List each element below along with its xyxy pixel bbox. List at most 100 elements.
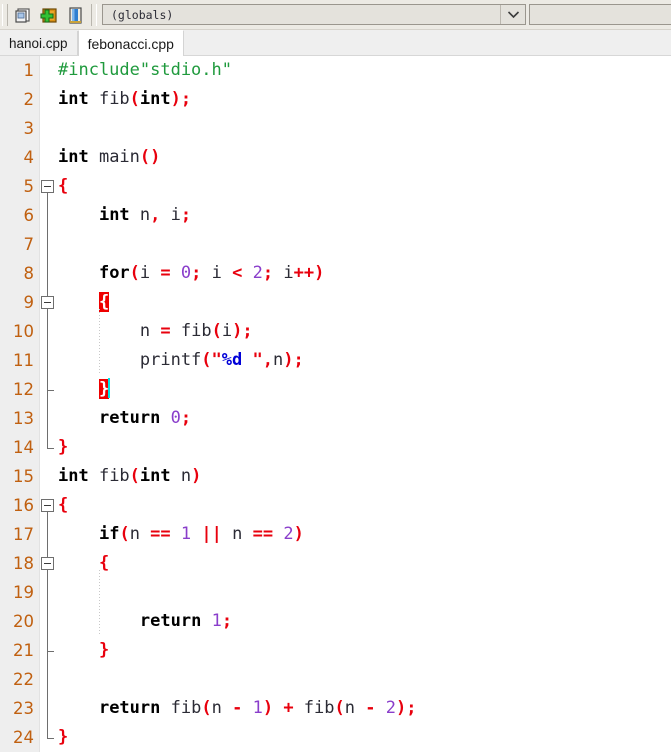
code-token: i — [160, 205, 181, 225]
line-text: } — [58, 375, 111, 404]
code-line[interactable]: 9 { — [0, 288, 671, 317]
code-line[interactable]: 10 n = fib(i); — [0, 317, 671, 346]
code-line[interactable]: 4 int main() — [0, 143, 671, 172]
fold-toggle-icon[interactable] — [41, 499, 54, 512]
code-line[interactable]: 11 printf("%d ",n); — [0, 346, 671, 375]
line-number: 21 — [13, 641, 34, 660]
code-token: 1 — [252, 698, 263, 718]
line-text: return fib(n - 1) + fib(n - 2); — [58, 694, 417, 723]
code-token: ; — [242, 321, 253, 341]
line-number: 8 — [23, 264, 35, 283]
code-token: int — [139, 466, 171, 486]
fold-toggle-icon[interactable] — [41, 296, 54, 309]
code-line[interactable]: 23 return fib(n - 1) + fib(n - 2); — [0, 694, 671, 723]
code-token: ; — [180, 205, 192, 225]
chevron-down-icon[interactable] — [500, 5, 525, 24]
line-number: 22 — [13, 670, 34, 689]
code-token: ( — [201, 350, 212, 370]
line-number: 15 — [13, 467, 34, 486]
code-line[interactable]: 16 { — [0, 491, 671, 520]
new-window-button[interactable] — [10, 2, 36, 28]
open-file-button[interactable] — [62, 2, 88, 28]
code-line[interactable]: 5{ — [0, 172, 671, 201]
toolbar-gripper[interactable] — [2, 3, 8, 26]
code-line[interactable]: 7 — [0, 230, 671, 259]
code-line[interactable]: 2 int fib(int); — [0, 85, 671, 114]
code-line[interactable]: 13 return 0; — [0, 404, 671, 433]
code-token: < — [232, 263, 243, 283]
code-line[interactable]: 19 — [0, 578, 671, 607]
line-text: { — [58, 491, 68, 520]
code-editor[interactable]: 1 #include"stdio.h" 2 int fib(int); 3 4 int ma… — [0, 56, 671, 752]
code-token: , — [262, 350, 274, 370]
code-token: ; — [221, 611, 233, 631]
code-line[interactable]: 15 int fib(int n) — [0, 462, 671, 491]
code-content[interactable]: 1 #include"stdio.h" 2 int fib(int); 3 4 int ma… — [0, 56, 671, 752]
add-to-project-icon — [40, 7, 57, 23]
fold-toggle-icon[interactable] — [41, 557, 54, 570]
code-token: main — [88, 147, 140, 167]
code-token: - — [232, 698, 243, 718]
tab-hanoi-cpp[interactable]: hanoi.cpp — [0, 31, 78, 55]
code-token: i — [139, 263, 161, 283]
code-line[interactable]: 12 } — [0, 375, 671, 404]
code-token: - — [365, 698, 376, 718]
line-number: 4 — [23, 148, 35, 167]
line-text: { — [58, 288, 110, 317]
line-text: } — [58, 433, 68, 462]
code-token: return — [98, 698, 161, 718]
code-line[interactable]: 21 } — [0, 636, 671, 665]
line-number: 10 — [13, 322, 34, 341]
code-token: { — [58, 176, 69, 196]
line-number: 14 — [13, 438, 34, 457]
code-token: ) — [232, 321, 243, 341]
code-token: n — [344, 698, 366, 718]
code-line[interactable]: 20 return 1; — [0, 607, 671, 636]
fold-toggle-icon[interactable] — [41, 180, 54, 193]
code-token: { — [58, 495, 69, 515]
line-number: 1 — [23, 61, 35, 80]
line-text: printf("%d ",n); — [58, 346, 304, 375]
code-token: ) — [170, 89, 181, 109]
code-token: n — [221, 524, 253, 544]
code-token: ( — [129, 89, 140, 109]
code-token: == — [252, 524, 274, 544]
open-file-icon — [69, 6, 82, 24]
code-token: 0 — [180, 263, 192, 283]
code-token: n — [211, 698, 233, 718]
line-text: } — [58, 636, 109, 665]
scope-combobox[interactable]: (globals) — [102, 4, 526, 25]
code-line[interactable]: 17 if(n == 1 || n == 2) — [0, 520, 671, 549]
code-token: n — [129, 205, 151, 225]
code-token: ) — [396, 698, 407, 718]
code-line[interactable]: 24} — [0, 723, 671, 752]
code-token: return — [139, 611, 202, 631]
code-line[interactable]: 8 for(i = 0; i < 2; i++) — [0, 259, 671, 288]
scope-combobox-value: (globals) — [111, 7, 174, 22]
code-line[interactable]: 6 int n, i; — [0, 201, 671, 230]
code-token: ; — [180, 408, 192, 428]
tab-febonacci-cpp[interactable]: febonacci.cpp — [77, 30, 184, 56]
code-token: ) — [293, 524, 304, 544]
code-line[interactable]: 22 — [0, 665, 671, 694]
code-line[interactable]: 1 #include"stdio.h" — [0, 56, 671, 85]
add-to-project-button[interactable] — [36, 2, 62, 28]
member-combobox[interactable] — [529, 4, 671, 25]
line-number: 3 — [23, 119, 35, 138]
matched-brace: { — [98, 292, 110, 312]
line-number: 12 — [13, 380, 34, 399]
line-text: if(n == 1 || n == 2) — [58, 520, 304, 549]
code-line[interactable]: 3 — [0, 114, 671, 143]
code-line[interactable]: 18 { — [0, 549, 671, 578]
code-line[interactable]: 14} — [0, 433, 671, 462]
editor-tab-bar: hanoi.cpp febonacci.cpp — [0, 30, 671, 56]
line-number: 18 — [13, 554, 34, 573]
